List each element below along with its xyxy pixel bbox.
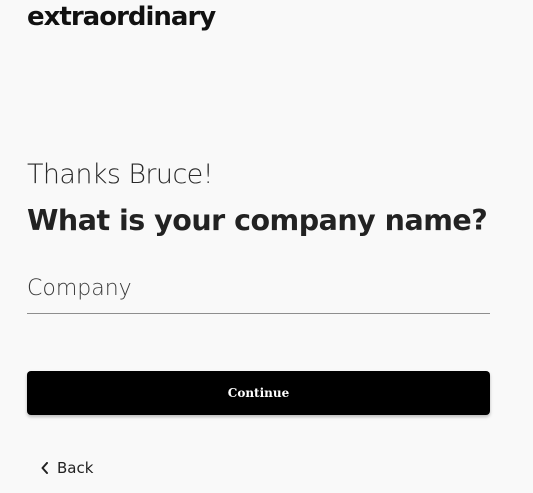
continue-button[interactable]: Continue — [27, 371, 490, 415]
page-title: What is your company name? — [27, 204, 488, 237]
back-link[interactable]: Back — [41, 457, 93, 479]
greeting-text: Thanks Bruce! — [27, 159, 214, 190]
company-input[interactable] — [27, 264, 490, 314]
chevron-left-icon — [41, 462, 49, 474]
brand-logo: extraordinary — [27, 2, 216, 32]
back-label: Back — [57, 459, 94, 477]
